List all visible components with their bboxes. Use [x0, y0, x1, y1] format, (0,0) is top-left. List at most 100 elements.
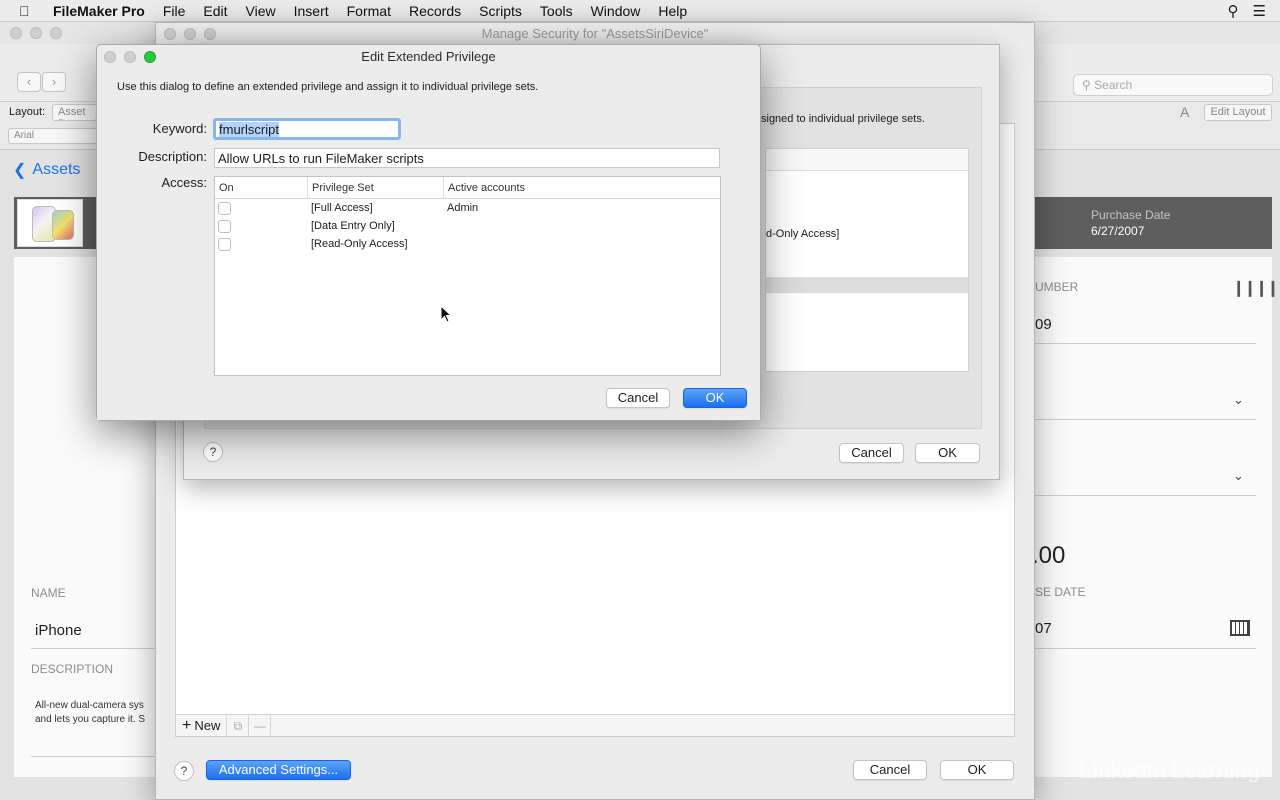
menu-tools[interactable]: Tools [540, 3, 573, 19]
menu-edit[interactable]: Edit [203, 3, 227, 19]
layout-select[interactable]: Asset D [52, 104, 97, 121]
purchase-date-value: 6/27/2007 [1091, 224, 1145, 238]
menu-view[interactable]: View [246, 3, 276, 19]
description-input[interactable]: Allow URLs to run FileMaker scripts [214, 148, 720, 168]
back-record-icon[interactable]: ‹ [17, 72, 41, 92]
privilege-set-name: [Data Entry Only] [311, 220, 395, 232]
eep-zoom-button[interactable] [144, 51, 156, 63]
eps-row-text: d-Only Access] [766, 228, 840, 240]
eps-help-button[interactable]: ? [203, 442, 223, 462]
access-checkbox[interactable] [218, 238, 231, 251]
menu-help[interactable]: Help [658, 3, 687, 19]
access-checkbox[interactable] [218, 220, 231, 233]
search-input[interactable]: ⚲ Search [1073, 74, 1273, 96]
field-underline-4 [1035, 648, 1256, 649]
barcode-icon[interactable]: ❙❙❙❙ [1232, 278, 1280, 298]
menu-scripts[interactable]: Scripts [479, 3, 522, 19]
eep-minimize-button[interactable] [124, 51, 136, 63]
edit-extended-privilege-dialog: Edit Extended Privilege Use this dialog … [96, 44, 761, 421]
eep-cancel-button[interactable]: Cancel [606, 388, 670, 408]
chevron-down-icon[interactable]: ⌄ [1233, 392, 1244, 408]
menu-records[interactable]: Records [409, 3, 461, 19]
font-size-icon[interactable]: A [1180, 104, 1189, 120]
ms-close-button[interactable] [164, 28, 176, 40]
menu-bar:  FileMaker Pro File Edit View Insert Fo… [0, 0, 1280, 22]
minimize-button[interactable] [30, 27, 42, 39]
keyword-input[interactable]: fmurlscript [213, 118, 401, 140]
mouse-pointer-icon [440, 305, 452, 323]
eps-ok-button[interactable]: OK [915, 443, 980, 463]
calendar-icon[interactable] [1230, 620, 1250, 636]
ms-minimize-button[interactable] [184, 28, 196, 40]
eps-info-text: signed to individual privilege sets. [761, 113, 925, 125]
spotlight-search-icon[interactable]: ⚲ [1228, 2, 1239, 20]
menu-window[interactable]: Window [591, 3, 641, 19]
privilege-set-name: [Read-Only Access] [311, 238, 408, 250]
se-date-value[interactable]: 07 [1035, 620, 1052, 637]
description-underline [31, 756, 155, 757]
device-thumbnail [17, 199, 83, 247]
description-line-1: All-new dual-camera sys [35, 700, 144, 711]
access-row[interactable]: [Full Access] Admin [215, 200, 720, 218]
access-row[interactable]: [Data Entry Only] [215, 218, 720, 236]
chevron-down-icon-2[interactable]: ⌄ [1233, 468, 1244, 484]
zoom-button[interactable] [50, 27, 62, 39]
number-label: UMBER [1035, 280, 1079, 294]
ms-cancel-button[interactable]: Cancel [853, 760, 927, 780]
eep-close-button[interactable] [104, 51, 116, 63]
eps-selected-row[interactable] [766, 277, 968, 293]
search-icon: ⚲ [1082, 78, 1091, 92]
access-checkbox[interactable] [218, 202, 231, 215]
iphone-image-icon-back [52, 210, 74, 240]
number-underline [1035, 343, 1256, 344]
new-button[interactable]: + New [176, 715, 228, 736]
description-field-label: Description: [138, 149, 207, 164]
name-label: NAME [31, 586, 66, 600]
eep-body: Use this dialog to define an extended pr… [97, 69, 760, 420]
ms-ok-button[interactable]: OK [940, 760, 1014, 780]
ms-zoom-button[interactable] [204, 28, 216, 40]
name-underline [31, 648, 155, 649]
ms-help-button[interactable]: ? [174, 761, 194, 781]
eep-instructions: Use this dialog to define an extended pr… [117, 81, 539, 93]
privilege-set-name: [Full Access] [311, 202, 373, 214]
new-button-label: New [194, 718, 221, 733]
number-value[interactable]: 09 [1035, 316, 1052, 333]
eps-extended-privileges-table[interactable]: d-Only Access] [765, 148, 969, 372]
notification-center-icon[interactable]: ☰ [1253, 2, 1266, 20]
field-underline-3 [1035, 495, 1256, 496]
access-table[interactable]: On Privilege Set Active accounts [Full A… [214, 176, 721, 376]
back-label: Assets [32, 161, 81, 178]
eep-ok-button[interactable]: OK [683, 388, 747, 408]
price-value[interactable]: .00 [1032, 542, 1065, 570]
back-to-assets-link[interactable]: ❮ Assets [13, 160, 80, 180]
layout-label: Layout: [9, 106, 46, 118]
description-label: DESCRIPTION [31, 662, 114, 676]
se-date-label: SE DATE [1035, 585, 1086, 599]
close-button[interactable] [10, 27, 22, 39]
font-select[interactable]: Arial [8, 128, 98, 144]
access-row[interactable]: [Read-Only Access] [215, 236, 720, 254]
col-on[interactable]: On [215, 177, 307, 199]
menu-insert[interactable]: Insert [294, 3, 329, 19]
menu-format[interactable]: Format [347, 3, 391, 19]
minus-icon[interactable]: — [249, 715, 272, 736]
menu-app-name[interactable]: FileMaker Pro [53, 3, 145, 19]
eps-table-header [766, 149, 968, 171]
duplicate-icon[interactable]: ⧉ [227, 715, 250, 736]
eep-title: Edit Extended Privilege [361, 49, 496, 64]
access-label: Access: [161, 175, 207, 190]
forward-record-icon[interactable]: › [42, 72, 66, 92]
purchase-date-label: Purchase Date [1091, 208, 1171, 222]
name-value[interactable]: iPhone [35, 622, 82, 639]
search-placeholder: Search [1094, 78, 1133, 92]
col-active-accounts[interactable]: Active accounts [443, 177, 720, 199]
edit-layout-button[interactable]: Edit Layout [1204, 104, 1272, 121]
menu-file[interactable]: File [163, 3, 186, 19]
col-privilege-set[interactable]: Privilege Set [307, 177, 443, 199]
apple-icon[interactable]:  [19, 3, 39, 19]
linkedin-learning-watermark: LinkedIn Learning [1079, 758, 1260, 783]
advanced-settings-button[interactable]: Advanced Settings... [206, 760, 351, 780]
active-accounts-value: Admin [447, 202, 479, 214]
eps-cancel-button[interactable]: Cancel [839, 443, 904, 463]
